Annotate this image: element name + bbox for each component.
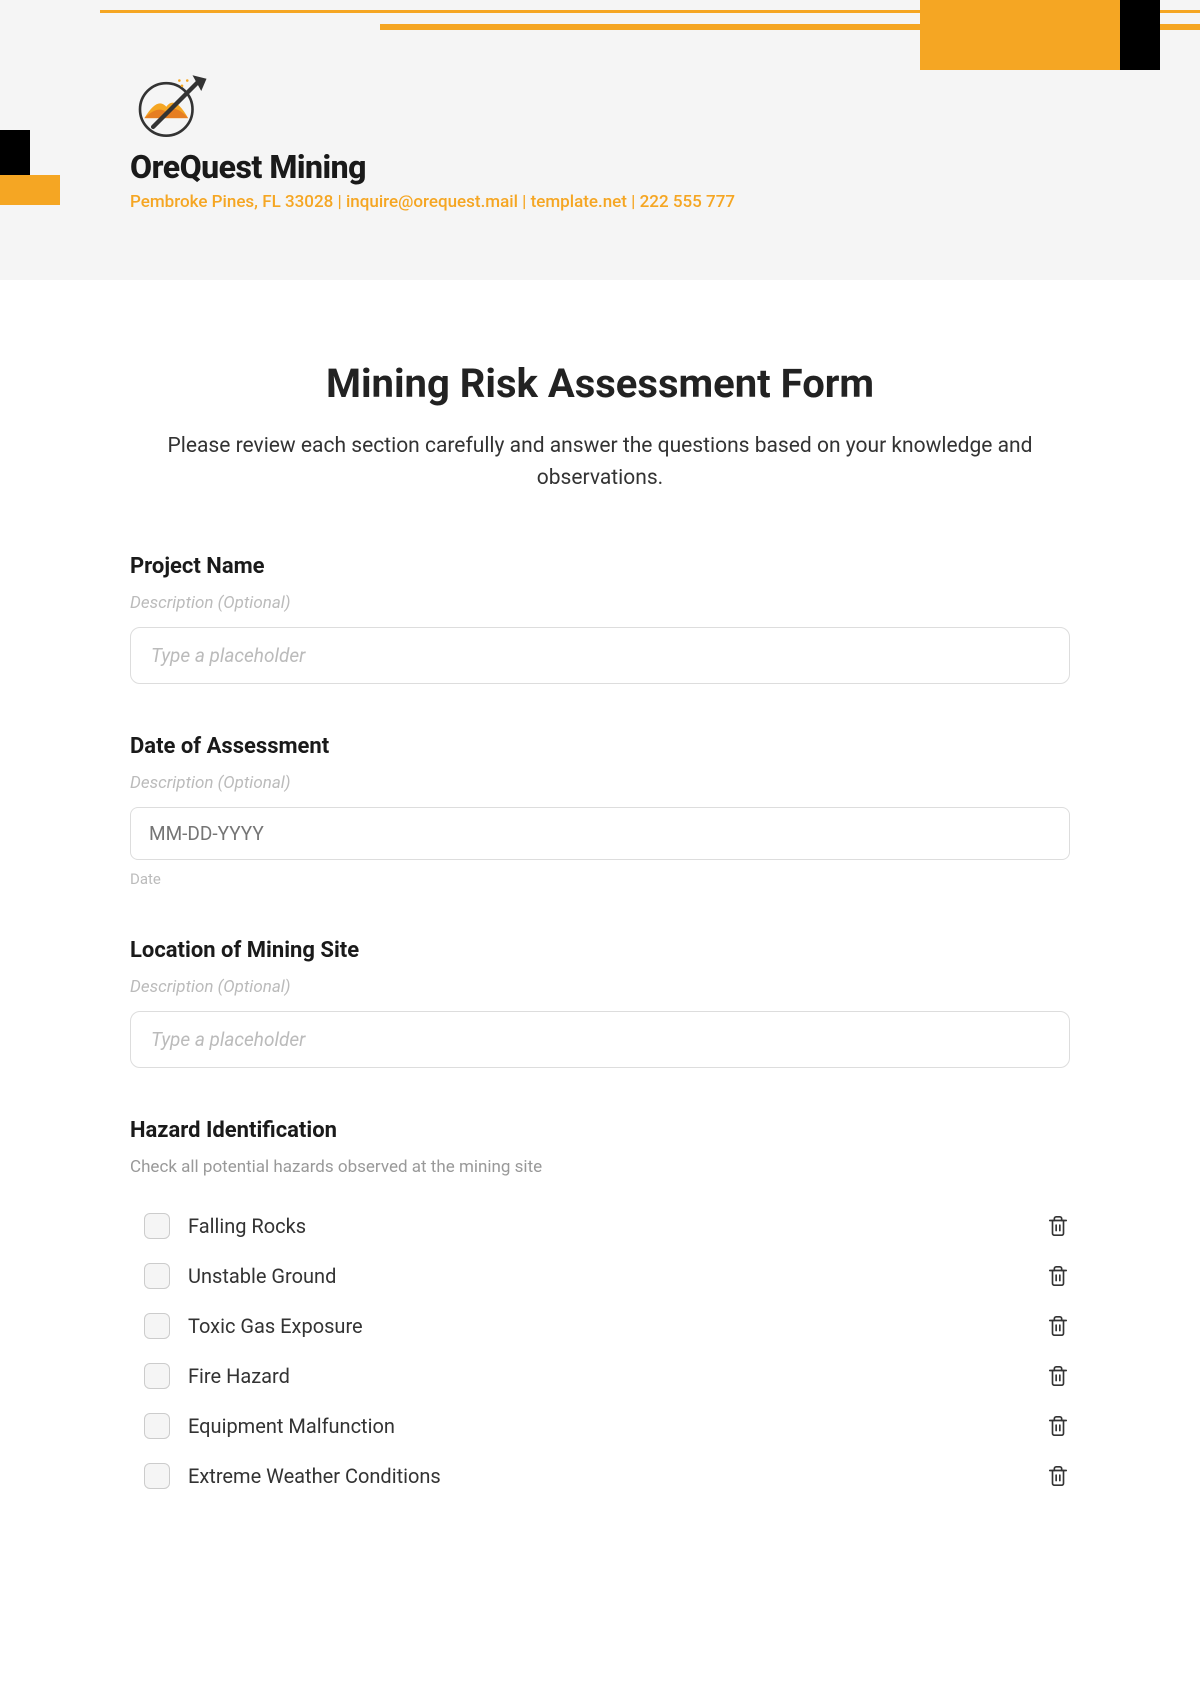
hazard-option: Extreme Weather Conditions <box>144 1463 441 1489</box>
field-label: Location of Mining Site <box>130 938 1070 963</box>
decorative-block <box>1120 0 1160 70</box>
field-description: Description (Optional) <box>130 977 1070 997</box>
field-description: Description (Optional) <box>130 773 1070 793</box>
form-title: Mining Risk Assessment Form <box>130 360 1070 407</box>
hazard-row: Extreme Weather Conditions <box>144 1451 1070 1501</box>
delete-icon[interactable] <box>1046 1464 1070 1488</box>
field-location: Location of Mining Site Description (Opt… <box>130 938 1070 1068</box>
hazard-row: Falling Rocks <box>144 1201 1070 1251</box>
form-content: Mining Risk Assessment Form Please revie… <box>0 280 1200 1591</box>
decorative-block <box>0 175 60 205</box>
hazard-option: Falling Rocks <box>144 1213 306 1239</box>
hazard-checkbox[interactable] <box>144 1413 170 1439</box>
hazard-list: Falling Rocks Unstable Ground Toxic Gas Ex… <box>130 1201 1070 1501</box>
hazard-label: Toxic Gas Exposure <box>188 1314 363 1338</box>
field-description: Check all potential hazards observed at … <box>130 1157 1070 1177</box>
form-subtitle: Please review each section carefully and… <box>130 431 1070 494</box>
hazard-label: Extreme Weather Conditions <box>188 1464 441 1488</box>
hazard-checkbox[interactable] <box>144 1263 170 1289</box>
delete-icon[interactable] <box>1046 1364 1070 1388</box>
location-input[interactable] <box>130 1011 1070 1068</box>
hazard-row: Fire Hazard <box>144 1351 1070 1401</box>
project-name-input[interactable] <box>130 627 1070 684</box>
decorative-block <box>0 130 30 175</box>
hazard-option: Fire Hazard <box>144 1363 290 1389</box>
hazard-row: Toxic Gas Exposure <box>144 1301 1070 1351</box>
delete-icon[interactable] <box>1046 1414 1070 1438</box>
field-project-name: Project Name Description (Optional) <box>130 554 1070 684</box>
hazard-row: Equipment Malfunction <box>144 1401 1070 1451</box>
decorative-block <box>920 0 1120 70</box>
hazard-checkbox[interactable] <box>144 1363 170 1389</box>
company-logo-icon <box>130 70 220 140</box>
hazard-label: Equipment Malfunction <box>188 1414 395 1438</box>
company-contact-line: Pembroke Pines, FL 33028 | inquire@orequ… <box>130 192 735 212</box>
brand-block: OreQuest Mining Pembroke Pines, FL 33028… <box>130 70 735 212</box>
delete-icon[interactable] <box>1046 1214 1070 1238</box>
hazard-option: Unstable Ground <box>144 1263 336 1289</box>
hazard-option: Toxic Gas Exposure <box>144 1313 363 1339</box>
hazard-row: Unstable Ground <box>144 1251 1070 1301</box>
hazard-checkbox[interactable] <box>144 1463 170 1489</box>
company-name: OreQuest Mining <box>130 148 735 186</box>
hazard-checkbox[interactable] <box>144 1313 170 1339</box>
field-sublabel: Date <box>130 870 1070 888</box>
letterhead: OreQuest Mining Pembroke Pines, FL 33028… <box>0 0 1200 280</box>
delete-icon[interactable] <box>1046 1264 1070 1288</box>
hazard-label: Falling Rocks <box>188 1214 306 1238</box>
hazard-label: Unstable Ground <box>188 1264 336 1288</box>
hazard-checkbox[interactable] <box>144 1213 170 1239</box>
field-label: Date of Assessment <box>130 734 1070 759</box>
hazard-label: Fire Hazard <box>188 1364 290 1388</box>
field-assessment-date: Date of Assessment Description (Optional… <box>130 734 1070 888</box>
hazard-option: Equipment Malfunction <box>144 1413 395 1439</box>
delete-icon[interactable] <box>1046 1314 1070 1338</box>
field-label: Project Name <box>130 554 1070 579</box>
field-hazard-identification: Hazard Identification Check all potentia… <box>130 1118 1070 1501</box>
field-label: Hazard Identification <box>130 1118 1070 1143</box>
assessment-date-input[interactable] <box>130 807 1070 860</box>
field-description: Description (Optional) <box>130 593 1070 613</box>
